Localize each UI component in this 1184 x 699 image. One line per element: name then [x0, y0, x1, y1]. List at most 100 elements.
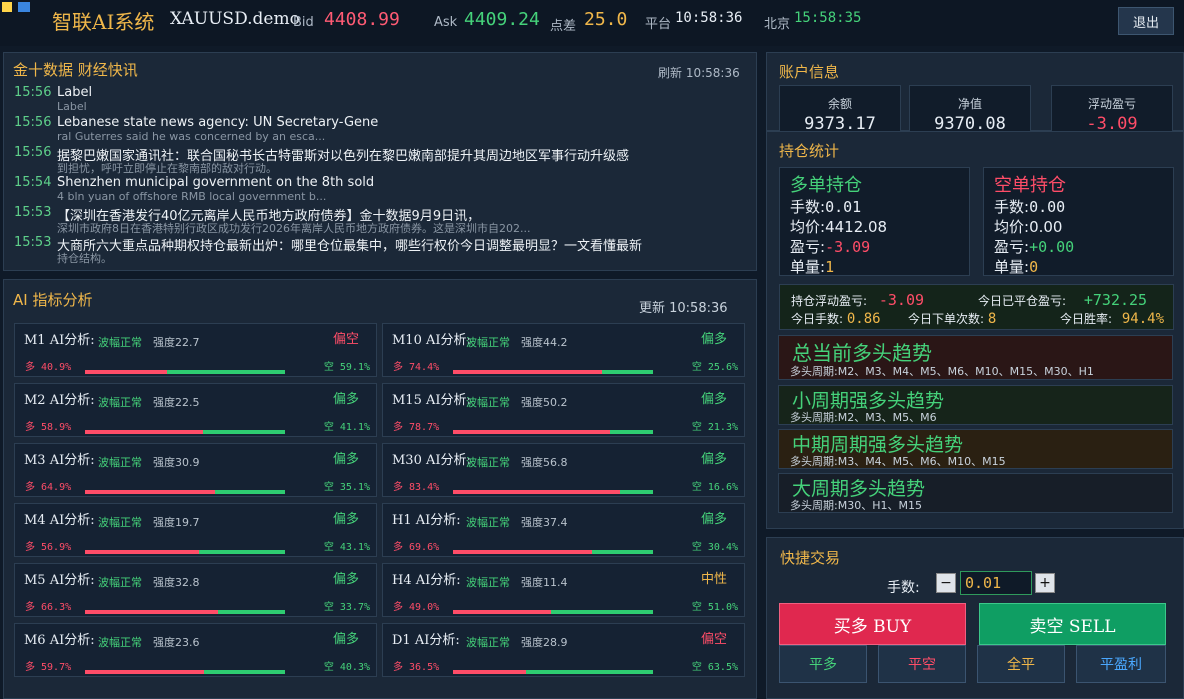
ai-card-long-fill: [453, 430, 611, 434]
ai-card-name: M4 AI分析:: [24, 513, 95, 528]
top-bar: 智联AI系统 XAUUSD.demo Bid 4408.99 Ask 4409.…: [0, 0, 1184, 46]
closed-pnl: +732.25: [1083, 291, 1148, 309]
ai-card: M3 AI分析: 波幅正常 强度30.9 偏多多 64.9% 空 35.1%: [14, 443, 377, 497]
ai-card-long-pct: 多 69.6%: [393, 542, 440, 553]
ai-card: M5 AI分析: 波幅正常 强度32.8 偏多多 66.3% 空 33.7%: [14, 563, 377, 617]
ai-card-name: M10 AI分析:: [392, 333, 471, 348]
ai-card-short-pct: 空 16.6%: [691, 482, 738, 493]
ai-card-signal: 偏多: [332, 452, 359, 467]
trend-periods: 多头周期:M2、M3、M5、M6: [790, 411, 937, 424]
short-lots: 0.00: [1029, 198, 1066, 216]
lots-decrease-button[interactable]: −: [936, 573, 956, 593]
platform-label: 平台: [645, 17, 672, 32]
ai-card: M2 AI分析: 波幅正常 强度22.5 偏多多 58.9% 空 41.1%: [14, 383, 377, 437]
ai-card-name: M2 AI分析:: [24, 393, 95, 408]
ai-card-signal: 偏多: [332, 632, 359, 647]
long-count-label: 单量:: [790, 258, 826, 276]
close-short-button[interactable]: 平空: [878, 645, 966, 683]
news-refresh: 刷新 10:58:36: [658, 66, 740, 80]
ai-card-wave: 波幅正常: [98, 516, 142, 529]
short-pnl: +0.00: [1029, 238, 1075, 256]
ai-card-strength: 强度32.8: [153, 576, 200, 589]
trend-periods: 多头周期:M3、M4、M5、M6、M10、M15: [790, 455, 1006, 468]
ai-card-short-pct: 空 51.0%: [691, 602, 738, 613]
ai-card-long-pct: 多 58.9%: [25, 422, 72, 433]
trend-periods: 多头周期:M2、M3、M4、M5、M6、M10、M15、M30、H1: [790, 365, 1094, 378]
sell-button[interactable]: 卖空 SELL: [979, 603, 1166, 645]
ai-card: M30 AI分析: 波幅正常 强度56.8 偏多多 83.4% 空 16.6%: [382, 443, 745, 497]
close-long-button[interactable]: 平多: [779, 645, 867, 683]
ai-card-short-pct: 空 43.1%: [323, 542, 370, 553]
today-orders-label: 今日下单次数:: [908, 312, 985, 326]
close-all-button[interactable]: 全平: [977, 645, 1065, 683]
long-pnl: -3.09: [825, 238, 871, 256]
positions-panel: 持仓统计 多单持仓 手数:0.01 均价:4412.08 盈亏:-3.09 单量…: [766, 131, 1184, 529]
platform-time: 10:58:36: [675, 10, 743, 26]
ai-card-strength: 强度56.8: [521, 456, 568, 469]
ai-card-wave: 波幅正常: [98, 456, 142, 469]
balance-label: 余额: [827, 97, 852, 111]
lots-increase-button[interactable]: +: [1035, 573, 1055, 593]
news-headline: Shenzhen municipal government on the 8th…: [57, 175, 375, 190]
short-count-label: 单量:: [994, 258, 1030, 276]
ai-card-wave: 波幅正常: [98, 336, 142, 349]
ai-card-strength: 强度28.9: [521, 636, 568, 649]
ai-analysis-panel: AI 指标分析 更新 10:58:36 M1 AI分析: 波幅正常 强度22.7 偏空…: [3, 279, 757, 699]
ai-card-long-pct: 多 78.7%: [393, 422, 440, 433]
ai-card-ratio-bar: [453, 610, 653, 614]
ai-card-strength: 强度23.6: [153, 636, 200, 649]
news-time: 15:53: [14, 235, 52, 250]
ai-card-ratio-bar: [85, 550, 285, 554]
ai-card-long-pct: 多 59.7%: [25, 662, 72, 673]
float-pnl-label: 持仓浮动盈亏:: [791, 294, 868, 308]
ai-card-short-pct: 空 59.1%: [323, 362, 370, 373]
ai-card-wave: 波幅正常: [466, 516, 510, 529]
daily-stats-box: 持仓浮动盈亏: -3.09 今日已平仓盈亏: +732.25 今日手数: 0.8…: [779, 284, 1174, 330]
news-summary: 深圳市政府8日在香港特别行政区成功发行2026年离岸人民币地方政府债券。这是深圳…: [57, 222, 531, 235]
ai-card-wave: 波幅正常: [466, 576, 510, 589]
ai-card-long-pct: 多 64.9%: [25, 482, 72, 493]
news-headline: 大商所六大重点品种期权持仓最新出炉：哪里仓位最集中，哪些行权价今日调整最明显？一…: [57, 239, 643, 254]
news-summary: 4 bln yuan of offshore RMB local governm…: [57, 190, 327, 203]
ask-price: 4409.24: [464, 9, 540, 30]
ai-card-wave: 波幅正常: [98, 576, 142, 589]
news-summary: Label: [57, 100, 87, 113]
equity-label: 净值: [957, 97, 982, 111]
trend-title: 总当前多头趋势: [792, 341, 932, 365]
ai-card-strength: 强度30.9: [153, 456, 200, 469]
ai-card-signal: 偏多: [700, 332, 727, 347]
exit-button[interactable]: 退出: [1118, 7, 1174, 35]
ai-card-strength: 强度22.5: [153, 396, 200, 409]
ai-card: H4 AI分析: 波幅正常 强度11.4 中性多 49.0% 空 51.0%: [382, 563, 745, 617]
trend-overall: 总当前多头趋势 多头周期:M2、M3、M4、M5、M6、M10、M15、M30、…: [778, 335, 1173, 380]
ai-card-wave: 波幅正常: [466, 456, 510, 469]
ai-card-long-fill: [85, 610, 218, 614]
ai-title: AI 指标分析: [13, 291, 93, 309]
ai-card-signal: 偏空: [332, 332, 359, 347]
buy-button[interactable]: 买多 BUY: [779, 603, 966, 645]
account-panel: 账户信息 余额 9373.17 净值 9370.08 浮动盈亏 -3.09: [766, 52, 1184, 134]
window-icon: [18, 2, 30, 12]
account-title: 账户信息: [779, 63, 840, 81]
ai-card-strength: 强度37.4: [521, 516, 568, 529]
ai-card-signal: 偏多: [700, 512, 727, 527]
long-positions-box: 多单持仓 手数:0.01 均价:4412.08 盈亏:-3.09 单量:1: [779, 167, 970, 276]
ai-card-strength: 强度22.7: [153, 336, 200, 349]
ai-card-long-fill: [85, 670, 205, 674]
long-pnl-label: 盈亏:: [790, 238, 826, 256]
ai-card-ratio-bar: [85, 490, 285, 494]
beijing-time: 15:58:35: [794, 10, 862, 26]
lots-input[interactable]: 0.01: [960, 571, 1032, 595]
bid-label: Bid: [293, 15, 314, 30]
long-lots-label: 手数:: [790, 198, 826, 216]
short-avg-label: 均价:: [994, 218, 1030, 236]
ai-card-ratio-bar: [453, 550, 653, 554]
app-title: 智联AI系统: [52, 10, 155, 34]
ai-card-ratio-bar: [453, 430, 653, 434]
ai-card-long-pct: 多 49.0%: [393, 602, 440, 613]
ai-card: D1 AI分析: 波幅正常 强度28.9 偏空多 36.5% 空 63.5%: [382, 623, 745, 677]
close-profit-button[interactable]: 平盈利: [1076, 645, 1166, 683]
ai-card-long-pct: 多 40.9%: [25, 362, 72, 373]
short-lots-label: 手数:: [994, 198, 1030, 216]
news-summary: ral Guterres said he was concerned by an…: [57, 130, 326, 143]
